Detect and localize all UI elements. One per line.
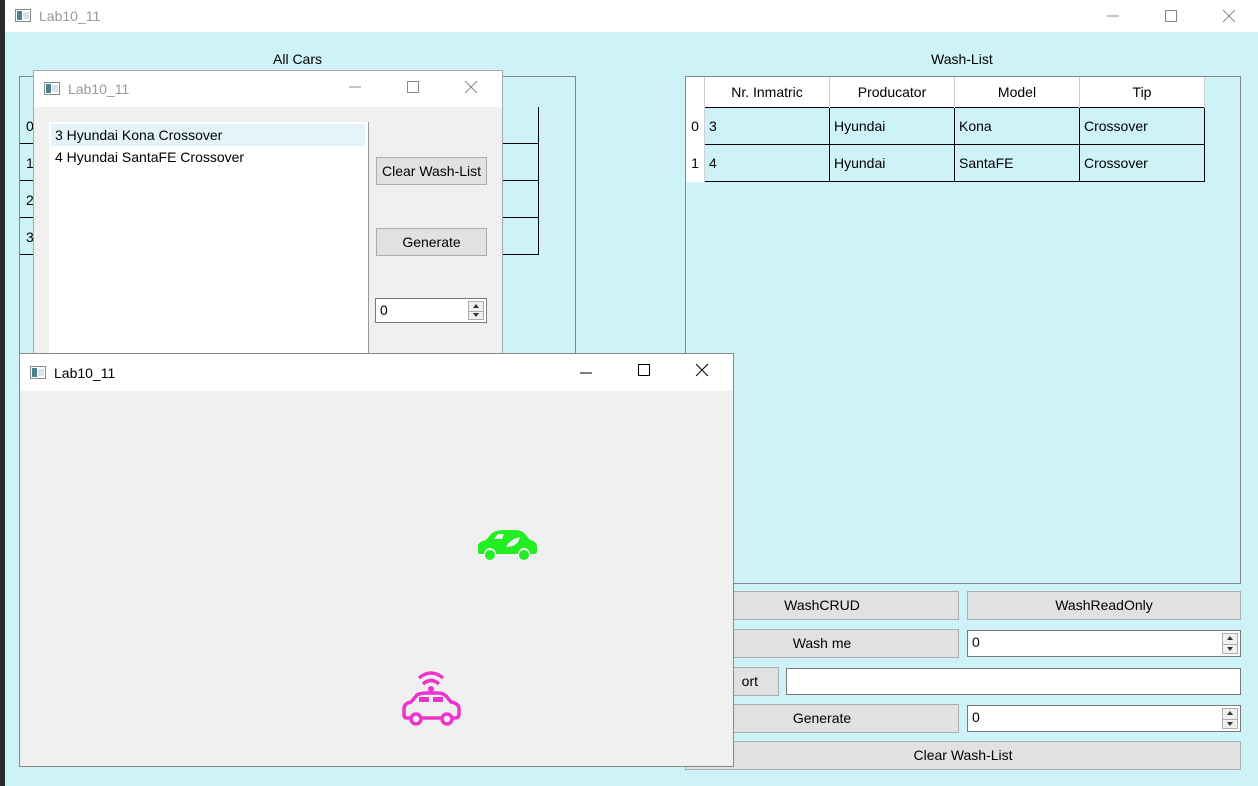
clear-wash-list-button[interactable]: Clear Wash-List bbox=[685, 741, 1241, 770]
list-item[interactable]: 4 Hyundai SantaFE Crossover bbox=[51, 146, 365, 168]
spin-down-icon[interactable] bbox=[1227, 647, 1233, 651]
minimize-button[interactable] bbox=[557, 354, 615, 391]
minimize-icon bbox=[1107, 15, 1119, 17]
column-header-tip[interactable]: Tip bbox=[1079, 77, 1205, 108]
spinbox-value: 0 bbox=[972, 634, 980, 650]
maximize-button[interactable] bbox=[615, 354, 673, 391]
crud-window-title: Lab10_11 bbox=[68, 81, 130, 97]
crud-generate-button[interactable]: Generate bbox=[376, 228, 487, 256]
close-icon bbox=[695, 363, 709, 377]
close-icon bbox=[1222, 9, 1236, 23]
wash-readonly-window: Lab10_11 bbox=[19, 353, 734, 767]
maximize-icon bbox=[1165, 10, 1177, 22]
maximize-icon bbox=[407, 81, 419, 93]
main-window-title: Lab10_11 bbox=[39, 8, 101, 24]
sort-field[interactable] bbox=[786, 668, 1241, 695]
spin-up-icon[interactable] bbox=[1227, 711, 1233, 715]
spinbox-arrows[interactable] bbox=[1222, 633, 1238, 654]
list-item[interactable]: 3 Hyundai Kona Crossover bbox=[51, 124, 365, 146]
close-button[interactable] bbox=[673, 354, 731, 391]
row-index[interactable]: 0 bbox=[686, 107, 705, 145]
table-cell[interactable]: Crossover bbox=[1079, 144, 1205, 182]
maximize-button[interactable] bbox=[1142, 0, 1200, 32]
spinbox-value: 0 bbox=[380, 302, 388, 318]
table-cell[interactable]: Crossover bbox=[1079, 107, 1205, 145]
app-window-icon bbox=[44, 82, 60, 95]
spinbox-arrows[interactable] bbox=[468, 301, 484, 320]
spin-up-icon[interactable] bbox=[1227, 636, 1233, 640]
table-cell[interactable]: Kona bbox=[954, 107, 1080, 145]
maximize-icon bbox=[638, 364, 650, 376]
column-header-producator[interactable]: Producator bbox=[829, 77, 955, 108]
wash-list-listbox[interactable]: 3 Hyundai Kona Crossover 4 Hyundai Santa… bbox=[49, 122, 369, 362]
spin-up-icon[interactable] bbox=[473, 304, 479, 308]
pink-connected-car-icon[interactable] bbox=[398, 668, 464, 732]
minimize-button[interactable] bbox=[326, 71, 384, 107]
main-titlebar: Lab10_11 bbox=[5, 0, 1258, 32]
close-button[interactable] bbox=[1200, 0, 1258, 32]
app-window-icon bbox=[30, 366, 46, 379]
table-row[interactable]: 0 3 Hyundai Kona Crossover bbox=[686, 107, 1205, 145]
list-item-label: 3 Hyundai Kona Crossover bbox=[55, 127, 223, 143]
maximize-button[interactable] bbox=[384, 71, 442, 107]
minimize-icon bbox=[580, 372, 592, 374]
crud-clear-wash-list-button[interactable]: Clear Wash-List bbox=[376, 157, 487, 185]
wash-me-spinbox[interactable]: 0 bbox=[967, 630, 1241, 657]
minimize-button[interactable] bbox=[1084, 0, 1142, 32]
wash-list-table[interactable]: Nr. Inmatric Producator Model Tip 0 3 Hy… bbox=[685, 76, 1241, 584]
close-icon bbox=[464, 80, 478, 94]
app-window-icon bbox=[15, 9, 31, 22]
generate-spinbox[interactable]: 0 bbox=[967, 705, 1241, 732]
spinbox-value: 0 bbox=[972, 709, 980, 725]
spinbox-arrows[interactable] bbox=[1222, 708, 1238, 729]
minimize-icon bbox=[349, 86, 361, 88]
spin-down-icon[interactable] bbox=[1227, 722, 1233, 726]
wash-list-label: Wash-List bbox=[931, 51, 993, 67]
row-index[interactable]: 1 bbox=[686, 144, 705, 182]
crud-titlebar: Lab10_11 bbox=[34, 71, 502, 107]
table-cell[interactable]: SantaFE bbox=[954, 144, 1080, 182]
readonly-window-title: Lab10_11 bbox=[54, 365, 116, 381]
table-cell[interactable]: Hyundai bbox=[829, 144, 955, 182]
table-cell[interactable]: 3 bbox=[704, 107, 830, 145]
readonly-titlebar: Lab10_11 bbox=[20, 354, 733, 391]
close-button[interactable] bbox=[442, 71, 500, 107]
spin-down-icon[interactable] bbox=[473, 313, 479, 317]
table-cell[interactable]: 4 bbox=[704, 144, 830, 182]
list-item-label: 4 Hyundai SantaFE Crossover bbox=[55, 149, 245, 165]
column-header-nr-inmatric[interactable]: Nr. Inmatric bbox=[704, 77, 830, 108]
table-cell[interactable]: Hyundai bbox=[829, 107, 955, 145]
all-cars-label: All Cars bbox=[273, 51, 323, 67]
crud-spinbox[interactable]: 0 bbox=[375, 298, 487, 323]
green-car-icon[interactable] bbox=[474, 527, 540, 563]
wash-readonly-button[interactable]: WashReadOnly bbox=[967, 591, 1241, 620]
wash-crud-window: Lab10_11 3 Hyundai Kona Crossover 4 Hyun… bbox=[33, 70, 503, 362]
table-corner bbox=[686, 77, 705, 108]
table-row[interactable]: 1 4 Hyundai SantaFE Crossover bbox=[686, 144, 1205, 182]
column-header-model[interactable]: Model bbox=[954, 77, 1080, 108]
